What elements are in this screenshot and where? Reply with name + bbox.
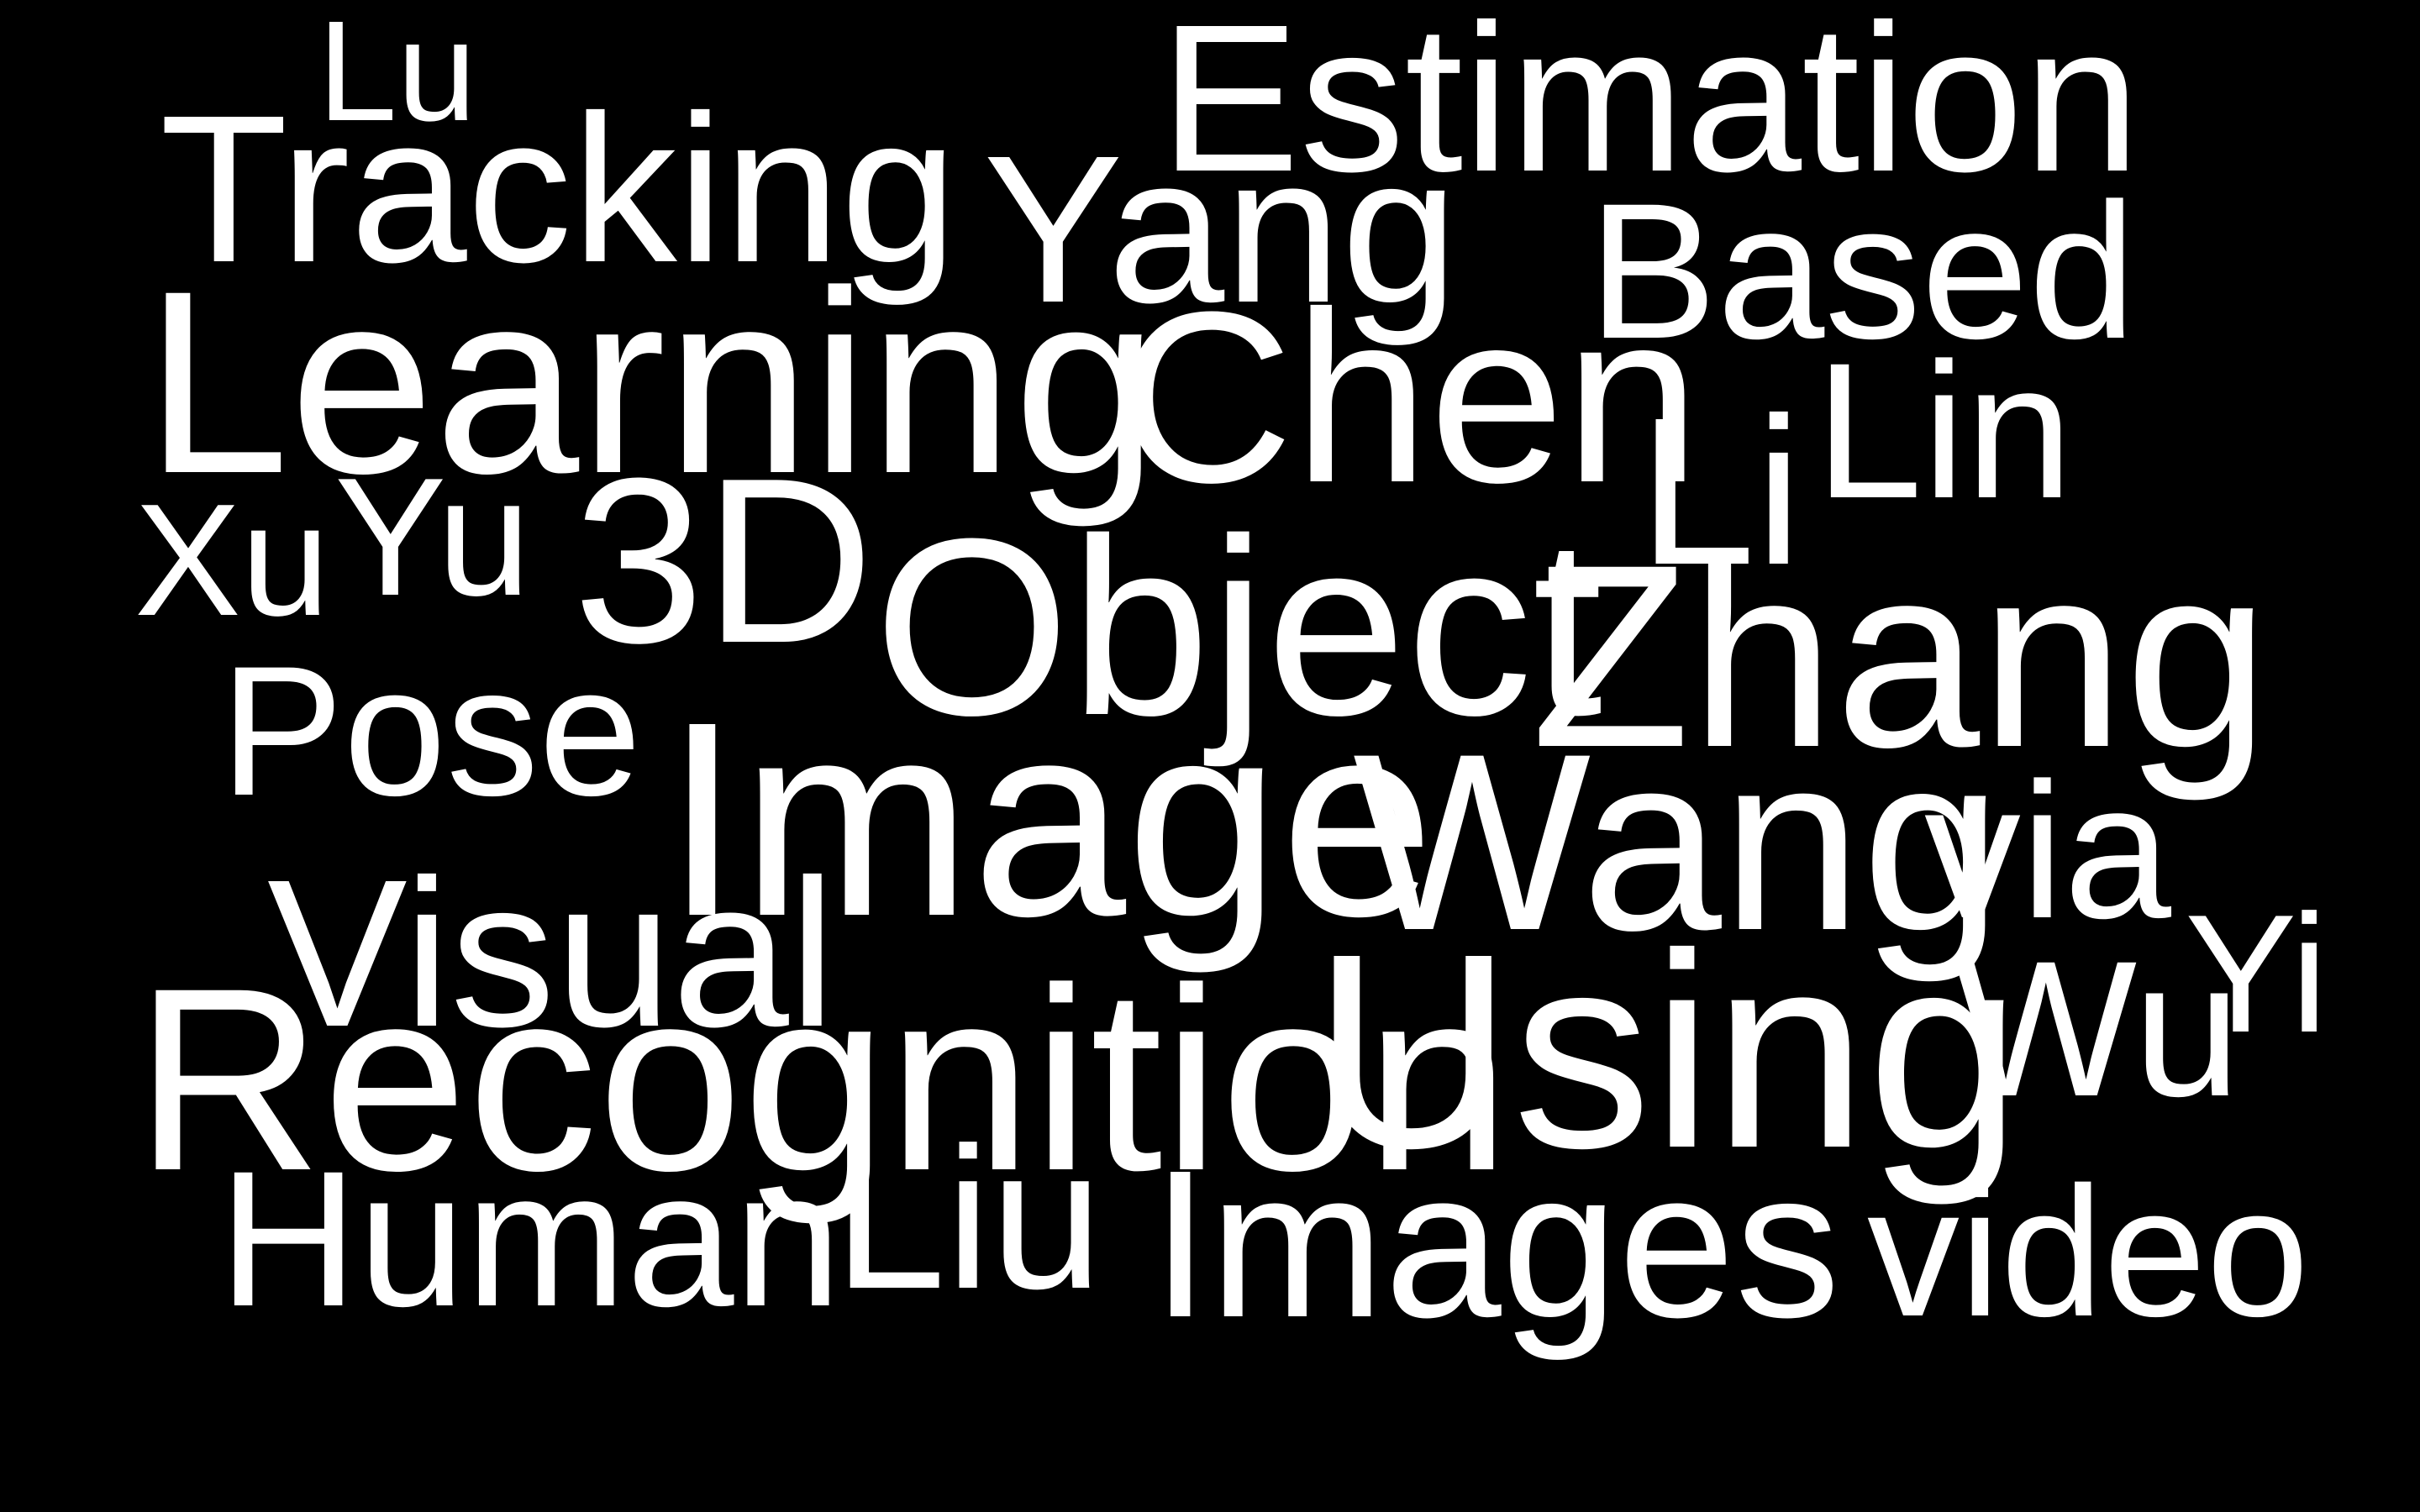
word-wu: Wu bbox=[1954, 921, 2241, 1137]
word-video: video bbox=[1867, 1148, 2309, 1355]
word-chen: Chen bbox=[1118, 261, 1701, 533]
word-pose: Pose bbox=[220, 627, 642, 834]
word-human: Human bbox=[218, 1131, 842, 1347]
word-xu: Xu bbox=[134, 471, 330, 649]
word-liu: Liu bbox=[834, 1105, 1103, 1331]
word-lin: Lin bbox=[1815, 323, 2073, 538]
word-images: Images bbox=[1151, 1126, 1840, 1361]
word-yu: Yu bbox=[334, 444, 531, 631]
word-cloud: Lu Estimation Tracking Yang Based Learni… bbox=[0, 0, 2420, 1512]
